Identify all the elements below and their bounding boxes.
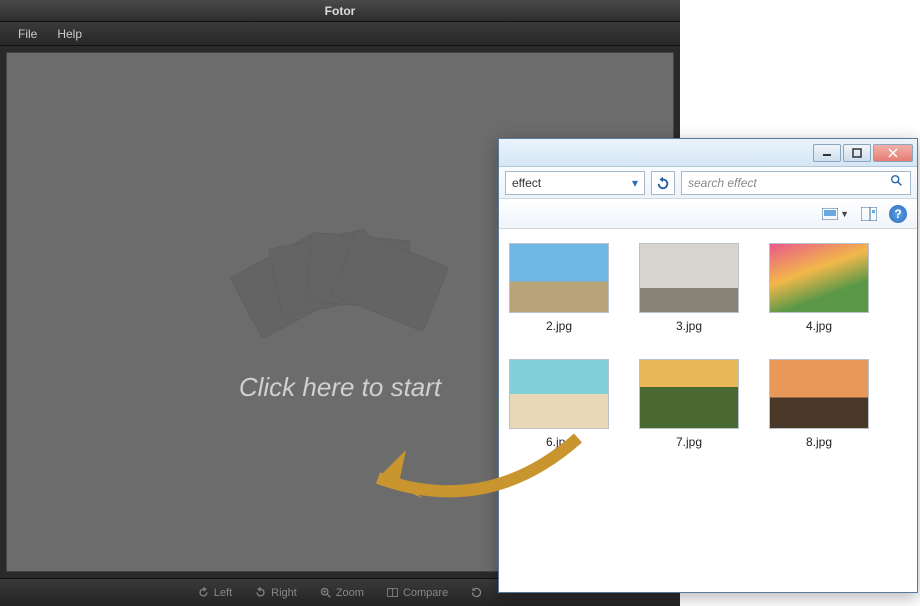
file-explorer-window: effect ▾ search effect ▼ ? 2.jpg [498,138,918,593]
app-title: Fotor [325,4,356,18]
file-label: 6.jpg [546,435,572,449]
thumbnail-icon [509,243,609,313]
search-placeholder: search effect [688,176,757,190]
refresh-button[interactable] [651,171,675,195]
canvas-prompt-text[interactable]: Click here to start [239,372,441,403]
compare-button[interactable]: Compare [376,584,458,601]
file-label: 3.jpg [676,319,702,333]
preview-pane-button[interactable] [861,207,877,221]
rotate-left-button[interactable]: Left [187,584,242,601]
menu-file[interactable]: File [8,27,47,41]
maximize-icon [852,148,862,158]
fotor-menubar: File Help [0,22,680,46]
explorer-content: 2.jpg 3.jpg 4.jpg 6.jpg 7.jpg 8.jpg [499,229,917,465]
close-button[interactable] [873,144,913,162]
search-icon [890,174,904,191]
thumbnail-icon [509,359,609,429]
file-label: 7.jpg [676,435,702,449]
thumbnail-icon [769,243,869,313]
preview-icon [861,207,877,221]
help-icon: ? [894,207,901,221]
file-item[interactable]: 8.jpg [769,359,869,451]
minimize-icon [822,148,832,158]
cards-decor-icon [240,222,440,342]
chevron-down-icon: ▾ [632,176,638,190]
rotate-right-button[interactable]: Right [244,584,307,601]
search-input[interactable]: search effect [681,171,911,195]
zoom-button[interactable]: Zoom [309,584,374,601]
file-label: 4.jpg [806,319,832,333]
breadcrumb[interactable]: effect ▾ [505,171,645,195]
minimize-button[interactable] [813,144,841,162]
explorer-titlebar[interactable] [499,139,917,167]
help-button[interactable]: ? [889,205,907,223]
compare-icon [386,586,399,599]
file-label: 8.jpg [806,435,832,449]
menu-help[interactable]: Help [47,27,92,41]
file-item[interactable]: 2.jpg [509,243,609,335]
breadcrumb-label: effect [512,176,541,190]
close-icon [888,148,898,158]
rotate-left-icon [197,586,210,599]
reset-icon [470,586,483,599]
thumbnail-icon [769,359,869,429]
zoom-icon [319,586,332,599]
explorer-toolbar: effect ▾ search effect [499,167,917,199]
thumbnail-icon [639,359,739,429]
explorer-viewbar: ▼ ? [499,199,917,229]
thumbnails-icon [822,208,838,220]
chevron-down-icon: ▼ [840,209,849,219]
file-item[interactable]: 6.jpg [509,359,609,451]
maximize-button[interactable] [843,144,871,162]
thumbnail-icon [639,243,739,313]
view-mode-button[interactable]: ▼ [822,208,849,220]
file-item[interactable]: 4.jpg [769,243,869,335]
file-item[interactable]: 3.jpg [639,243,739,335]
fotor-titlebar: Fotor [0,0,680,22]
file-label: 2.jpg [546,319,572,333]
file-item[interactable]: 7.jpg [639,359,739,451]
rotate-right-icon [254,586,267,599]
refresh-icon [656,176,670,190]
reset-button[interactable] [460,584,493,601]
